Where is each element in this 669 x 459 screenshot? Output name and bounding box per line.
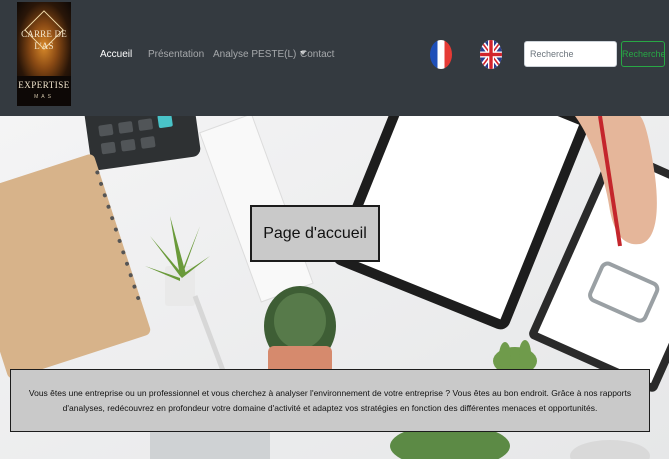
intro-text: Vous êtes une entreprise ou un professio… <box>10 369 650 432</box>
nav-analyse-label: Analyse PESTE(L) <box>213 49 297 60</box>
logo-text-line-1: CARRE DE <box>21 29 67 39</box>
search-input[interactable] <box>524 41 617 67</box>
page-title: Page d'accueil <box>250 205 380 262</box>
navbar: CARRE DE L'AS EXPERTISE MAS Accueil Prés… <box>0 0 669 116</box>
logo-word: EXPERTISE <box>18 80 70 90</box>
nav-presentation[interactable]: Présentation <box>148 49 204 60</box>
nav-accueil[interactable]: Accueil <box>100 49 132 60</box>
flag-uk-icon[interactable] <box>480 40 502 69</box>
flag-france-icon[interactable] <box>430 40 452 69</box>
nav-analyse-dropdown[interactable]: Analyse PESTE(L) <box>213 49 307 60</box>
hero-section: Page d'accueil Vous êtes une entreprise … <box>0 116 669 459</box>
search-button[interactable]: Recherche <box>621 41 666 67</box>
brand-logo[interactable]: CARRE DE L'AS EXPERTISE MAS <box>17 2 71 106</box>
nav-contact[interactable]: Contact <box>300 49 334 60</box>
logo-text-line-2: L'AS <box>34 41 54 51</box>
logo-tagline: MAS <box>34 94 54 100</box>
